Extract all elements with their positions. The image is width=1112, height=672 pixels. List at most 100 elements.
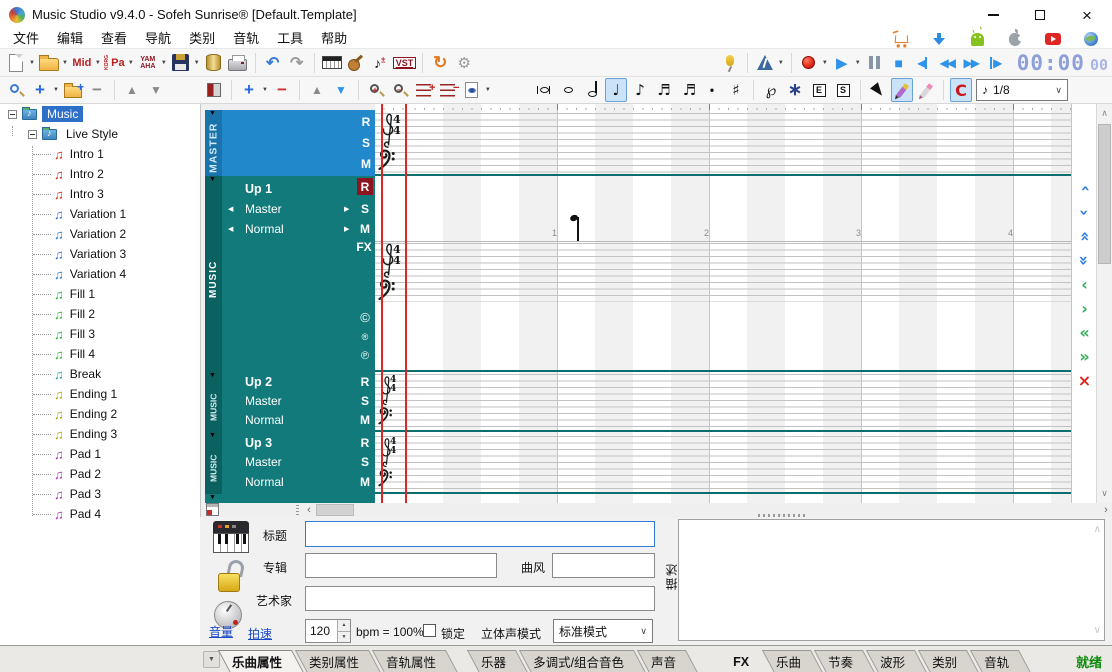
- virtual-guitar-button[interactable]: [345, 51, 367, 75]
- nav-page-down-button[interactable]: »: [1072, 248, 1097, 272]
- scroll-left-icon[interactable]: ‹: [303, 503, 315, 517]
- collapse-triangle-icon[interactable]: ▼: [209, 372, 216, 379]
- tab-音轨属性[interactable]: 音轨属性: [378, 650, 452, 672]
- music-track-header-up1[interactable]: ▼ MUSIC Up 1 ◀ Master ▶ ◀ Normal ▶ R S M…: [205, 176, 375, 372]
- select-tool-button[interactable]: [867, 78, 889, 102]
- android-button[interactable]: [968, 31, 986, 47]
- track-name[interactable]: Up 3: [245, 436, 272, 450]
- tempo-link[interactable]: 拍速: [248, 625, 272, 642]
- tab-乐器[interactable]: 乐器: [473, 650, 522, 672]
- track-down-button[interactable]: ▼: [330, 78, 352, 102]
- tab-声音[interactable]: 声音: [643, 650, 692, 672]
- solo-toggle[interactable]: S: [358, 202, 372, 216]
- panel-toggle-icon[interactable]: [206, 503, 219, 516]
- track-source[interactable]: Master: [245, 394, 282, 408]
- tempo-spinner[interactable]: 120 ▲▼: [305, 619, 351, 643]
- loop-start-marker[interactable]: [381, 104, 383, 503]
- tree-group-label[interactable]: Live Style: [62, 126, 122, 142]
- undo-button[interactable]: ↶: [262, 51, 284, 75]
- track-name[interactable]: Up 2: [245, 375, 272, 389]
- volume-link[interactable]: 音量: [209, 623, 233, 640]
- collapse-triangle-icon[interactable]: ▼: [209, 432, 216, 439]
- description-textarea[interactable]: ∧ ∨: [678, 519, 1105, 641]
- fast-forward-button[interactable]: ▶▶: [960, 51, 982, 75]
- sustain-button[interactable]: S: [832, 78, 854, 102]
- note-eighth-button[interactable]: ♪: [629, 78, 651, 102]
- chevron-down-icon[interactable]: ▼: [128, 60, 134, 66]
- minimize-button[interactable]: [975, 4, 1011, 26]
- menu-item-音轨[interactable]: 音轨: [224, 30, 268, 48]
- chevron-down-icon[interactable]: ▼: [53, 87, 59, 93]
- tree-item[interactable]: ♫Intro 1: [0, 144, 200, 164]
- fx-button[interactable]: FX: [354, 240, 374, 254]
- tab-节奏[interactable]: 节奏: [820, 650, 869, 672]
- master-strip[interactable]: ▼ MASTER: [205, 110, 222, 176]
- chevron-down-icon[interactable]: ▼: [262, 87, 268, 93]
- collapse-toggle-icon[interactable]: [8, 110, 17, 119]
- tab-波形[interactable]: 波形: [872, 650, 921, 672]
- transpose-button[interactable]: ♪±: [369, 51, 391, 75]
- expression-button[interactable]: E: [808, 78, 830, 102]
- tree-root[interactable]: Music: [0, 104, 200, 124]
- print-button[interactable]: [227, 51, 249, 75]
- mute-toggle[interactable]: M: [358, 222, 372, 236]
- scrollbar-up-icon[interactable]: ∧: [1097, 108, 1112, 119]
- tab-list-dropdown[interactable]: ▼: [203, 651, 220, 668]
- tree-item[interactable]: ♫Variation 1: [0, 204, 200, 224]
- music-strip[interactable]: ▼ MUSIC: [205, 372, 222, 432]
- tree-item[interactable]: ♫Ending 1: [0, 384, 200, 404]
- chevron-down-icon[interactable]: ▼: [855, 60, 861, 66]
- tree-item[interactable]: ♫Variation 3: [0, 244, 200, 264]
- stereo-mode-select[interactable]: 标准模式 ∨: [553, 619, 653, 643]
- collapse-triangle-icon[interactable]: ▼: [209, 110, 216, 117]
- arrow-right-icon[interactable]: ▶: [344, 225, 349, 233]
- add-category-button[interactable]: +: [29, 78, 51, 102]
- instrument-icon[interactable]: [213, 519, 249, 555]
- play-button[interactable]: ▶: [831, 51, 853, 75]
- step-back-button[interactable]: ◀: [912, 51, 934, 75]
- solo-toggle[interactable]: S: [358, 394, 372, 408]
- tree-item[interactable]: ♫Fill 1: [0, 284, 200, 304]
- score-area[interactable]: 44 1234 44 44 44: [375, 104, 1071, 503]
- eraser-tool-button[interactable]: [915, 78, 937, 102]
- solo-toggle[interactable]: S: [358, 455, 372, 469]
- chevron-down-icon[interactable]: ▼: [778, 60, 784, 66]
- nav-jump-right-button[interactable]: »: [1072, 344, 1097, 368]
- import-midi-button[interactable]: Mid: [71, 51, 93, 75]
- tree-item[interactable]: ♫Ending 2: [0, 404, 200, 424]
- expand-rows-button[interactable]: [413, 78, 435, 102]
- chevron-down-icon[interactable]: ▼: [62, 60, 68, 66]
- tab-乐曲属性[interactable]: 乐曲属性: [224, 650, 298, 672]
- scroll-up-icon[interactable]: ∧: [1094, 524, 1101, 535]
- export-button[interactable]: [203, 51, 225, 75]
- nav-scroll-up-button[interactable]: ›: [1072, 176, 1097, 200]
- chevron-down-icon[interactable]: ▼: [194, 60, 200, 66]
- note-sixteenth-button[interactable]: ♬: [653, 78, 675, 102]
- mute-toggle[interactable]: M: [358, 475, 372, 489]
- note-thirtysecond-button[interactable]: ♬: [677, 78, 699, 102]
- youtube-button[interactable]: [1044, 31, 1062, 47]
- music-strip[interactable]: ▼ MUSIC: [205, 432, 222, 494]
- maximize-button[interactable]: [1022, 4, 1058, 26]
- vst-button[interactable]: VST: [393, 51, 417, 75]
- stop-button[interactable]: ■: [888, 51, 910, 75]
- nav-step-right-button[interactable]: ›: [1072, 296, 1097, 320]
- scrollbar-down-icon[interactable]: ∨: [1097, 488, 1112, 499]
- new-file-button[interactable]: [5, 51, 27, 75]
- menu-item-编辑[interactable]: 编辑: [48, 30, 92, 48]
- menu-item-查看[interactable]: 查看: [92, 30, 136, 48]
- menu-item-类别[interactable]: 类别: [180, 30, 224, 48]
- remove-category-button[interactable]: −: [86, 78, 108, 102]
- microphone-button[interactable]: [719, 51, 741, 75]
- metronome-button[interactable]: [754, 51, 776, 75]
- chevron-down-icon[interactable]: ▼: [485, 87, 491, 93]
- download-button[interactable]: [930, 31, 948, 47]
- mute-toggle[interactable]: M: [359, 157, 373, 171]
- chevron-down-icon[interactable]: ▼: [822, 60, 828, 66]
- dot-button[interactable]: •: [701, 78, 723, 102]
- tree-item[interactable]: ♫Fill 2: [0, 304, 200, 324]
- menu-item-帮助[interactable]: 帮助: [312, 30, 356, 48]
- tree-group-live-style[interactable]: Live Style: [0, 124, 200, 144]
- close-button[interactable]: ×: [1069, 4, 1105, 26]
- master-track-header[interactable]: ▼ MASTER R S M: [205, 110, 375, 176]
